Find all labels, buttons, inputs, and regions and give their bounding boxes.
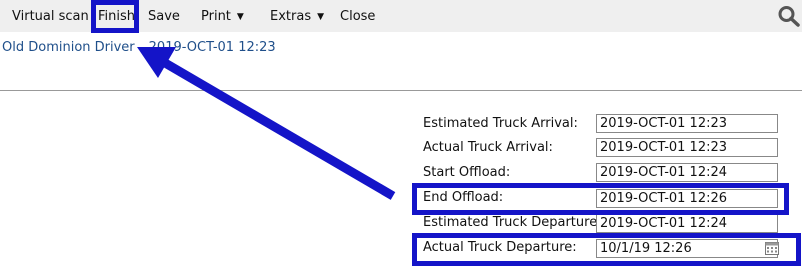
end-offload-label: End Offload:	[423, 190, 504, 205]
driver-info: Old Dominion Driver 2019-OCT-01 12:23	[2, 40, 276, 55]
actual-departure-input[interactable]: 10/1/19 12:26	[596, 239, 778, 258]
estimated-arrival-field: 2019-OCT-01 12:23	[596, 114, 778, 133]
finish-menu[interactable]: Finish	[98, 8, 135, 26]
estimated-departure-label: Estimated Truck Departure:	[423, 215, 602, 230]
driver-name: Old Dominion Driver	[2, 40, 135, 55]
driver-datetime: 2019-OCT-01 12:23	[148, 40, 276, 55]
estimated-departure-field: 2019-OCT-01 12:24	[596, 214, 778, 233]
print-menu-label: Print	[201, 9, 231, 24]
extras-menu-label: Extras	[270, 9, 312, 24]
print-menu[interactable]: Print ▼	[201, 8, 244, 26]
actual-arrival-label: Actual Truck Arrival:	[423, 140, 553, 155]
search-icon[interactable]	[777, 5, 801, 27]
chevron-down-icon: ▼	[317, 12, 325, 22]
extras-menu[interactable]: Extras ▼	[270, 8, 324, 26]
close-menu[interactable]: Close	[340, 8, 375, 26]
actual-arrival-field: 2019-OCT-01 12:23	[596, 138, 778, 157]
start-offload-field: 2019-OCT-01 12:24	[596, 163, 778, 182]
chevron-down-icon: ▼	[236, 12, 244, 22]
divider	[0, 90, 802, 91]
estimated-arrival-label: Estimated Truck Arrival:	[423, 116, 578, 131]
start-offload-label: Start Offload:	[423, 165, 511, 180]
end-offload-field: 2019-OCT-01 12:26	[596, 189, 778, 208]
virtual-scan-menu[interactable]: Virtual scan	[12, 8, 89, 26]
actual-departure-label: Actual Truck Departure:	[423, 240, 577, 255]
save-menu[interactable]: Save	[148, 8, 180, 26]
calendar-icon[interactable]	[765, 241, 779, 255]
menu-bar: Virtual scan Finish Save Print ▼ Extras ▼ …	[0, 0, 802, 32]
